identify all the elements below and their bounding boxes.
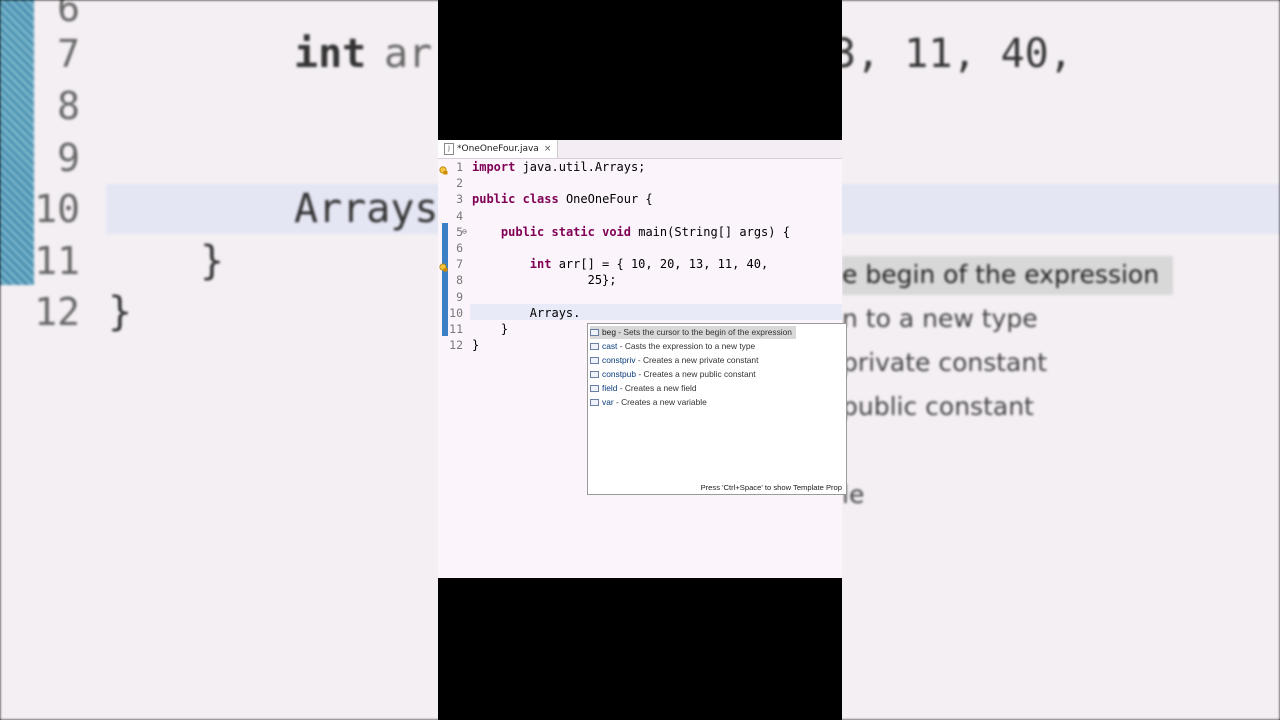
- proposal-name: field: [602, 383, 618, 393]
- line-number: 3: [456, 192, 463, 207]
- proposal-var[interactable]: var - Creates a new variable: [590, 396, 711, 409]
- proposal-name: constpub: [602, 369, 636, 379]
- line-number: 11: [449, 322, 463, 336]
- code-text: public static void main(String[] args) {: [500, 224, 790, 239]
- background-code: 3, 11, 40,: [832, 31, 1073, 77]
- proposal-description: - Casts the expression to a new type: [617, 341, 756, 351]
- tab-oneonefour[interactable]: J *OneOneFour.java ×: [438, 140, 559, 158]
- line-number: 12: [449, 338, 463, 353]
- proposal-name: var: [602, 397, 614, 407]
- background-line-number: 8: [57, 84, 80, 128]
- code-line[interactable]: 9: [438, 289, 842, 305]
- proposal-description: - Creates a new field: [617, 383, 697, 393]
- line-number: 5: [456, 224, 463, 239]
- proposal-description: - Creates a new variable: [613, 397, 707, 407]
- proposal-name: constpriv: [602, 355, 636, 365]
- background-proposal: n to a new type: [842, 304, 1038, 333]
- background-line-number: 11: [34, 239, 80, 283]
- proposal-name: cast: [602, 341, 618, 351]
- line-number: 4: [456, 208, 463, 223]
- background-code: int: [294, 31, 391, 77]
- close-icon[interactable]: ×: [544, 144, 552, 154]
- line-number: 2: [456, 176, 463, 191]
- tab-title: *OneOneFour.java: [457, 144, 539, 154]
- background-code: Arrays: [294, 186, 439, 232]
- line-number: 9: [456, 289, 463, 304]
- background-code: }: [200, 238, 225, 284]
- popup-footer: Press 'Ctrl+Space' to show Template Prop: [700, 483, 842, 492]
- code-line[interactable]: 1 import java.util.Arrays;: [438, 159, 842, 175]
- code-line[interactable]: 4: [438, 208, 842, 224]
- template-icon: [590, 343, 599, 350]
- warning-icon[interactable]: [439, 163, 448, 175]
- proposal-constpriv[interactable]: constpriv - Creates a new private consta…: [590, 354, 762, 367]
- template-icon: [590, 385, 599, 392]
- code-line[interactable]: 2: [438, 175, 842, 191]
- proposal-name: beg: [602, 327, 616, 337]
- background-line-number: 7: [57, 32, 80, 76]
- background-code: ar: [384, 31, 433, 77]
- proposal-cast[interactable]: cast - Casts the expression to a new typ…: [590, 340, 759, 353]
- code-text: }: [472, 322, 509, 336]
- background-ruler: [0, 0, 34, 285]
- template-icon: [590, 329, 599, 336]
- code-line[interactable]: 7 int arr[] = { 10, 20, 13, 11, 40,: [438, 256, 842, 272]
- code-line[interactable]: 3 public class OneOneFour {: [438, 191, 842, 207]
- editor-tab-bar: J *OneOneFour.java ×: [438, 140, 842, 159]
- code-text: import java.util.Arrays;: [472, 160, 646, 174]
- proposal-description: - Creates a new private constant: [635, 355, 759, 365]
- template-icon: [590, 371, 599, 378]
- background-proposal: e begin of the expression: [842, 256, 1174, 295]
- background-code: }: [108, 289, 133, 335]
- background-proposal: private constant: [842, 348, 1048, 377]
- code-line[interactable]: 10 Arrays.: [438, 305, 842, 321]
- line-number: 10: [449, 305, 463, 320]
- fold-icon[interactable]: ⊖: [462, 224, 467, 240]
- code-text: 25};: [472, 273, 617, 288]
- template-proposals-popup: beg - Sets the cursor to the begin of th…: [587, 323, 847, 495]
- proposal-beg[interactable]: beg - Sets the cursor to the begin of th…: [590, 326, 796, 339]
- proposal-field[interactable]: field - Creates a new field: [590, 382, 701, 395]
- template-icon: [590, 357, 599, 364]
- line-number: 1: [456, 160, 463, 174]
- background-line-number: 12: [34, 290, 80, 334]
- code-line[interactable]: 6: [438, 240, 842, 256]
- proposal-description: - Creates a new public constant: [636, 369, 756, 379]
- java-file-icon: J: [444, 143, 454, 155]
- background-line-number: 9: [57, 136, 80, 180]
- background-line-number: 10: [34, 187, 80, 231]
- code-line[interactable]: 8 25};: [438, 272, 842, 288]
- line-number: 6: [456, 241, 463, 255]
- code-text: Arrays.: [472, 305, 581, 320]
- line-number: 7: [456, 257, 463, 272]
- code-text: }: [472, 338, 480, 353]
- proposal-description: - Sets the cursor to the begin of the ex…: [615, 327, 792, 337]
- code-text: int arr[] = { 10, 20, 13, 11, 40,: [529, 257, 769, 272]
- proposal-constpub[interactable]: constpub - Creates a new public constant: [590, 368, 760, 381]
- background-proposal: public constant: [842, 392, 1034, 421]
- code-line[interactable]: 5 ⊖ public static void main(String[] args…: [438, 224, 842, 240]
- line-number: 8: [456, 273, 463, 288]
- code-text: public class OneOneFour {: [472, 192, 653, 207]
- warning-icon[interactable]: [439, 260, 448, 272]
- template-icon: [590, 399, 599, 406]
